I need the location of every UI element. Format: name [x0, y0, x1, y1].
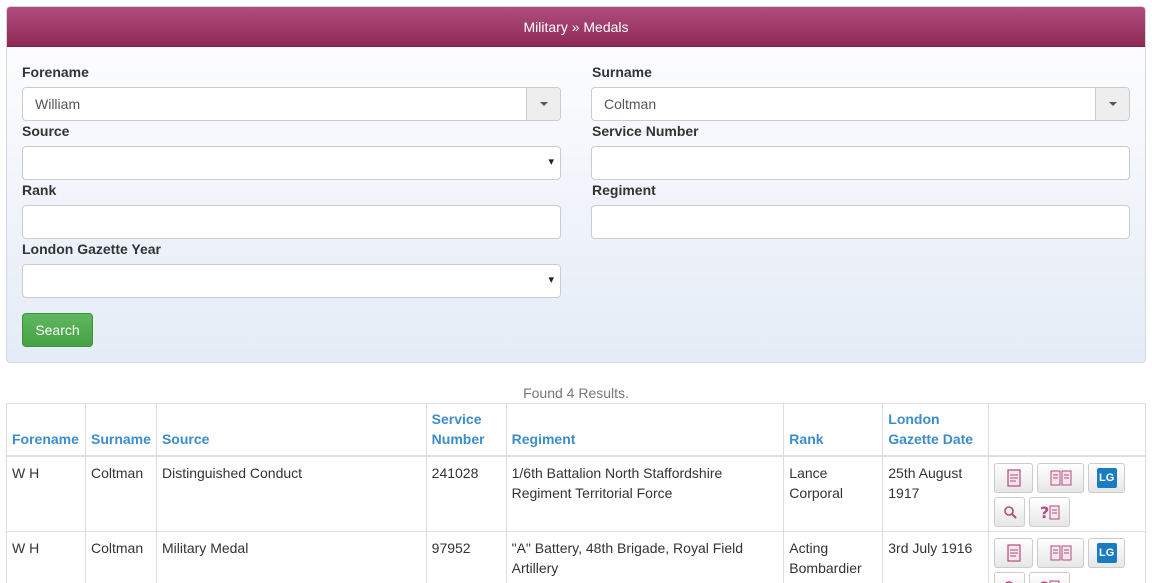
table-row: W H Coltman Distinguished Conduct 241028…	[6, 455, 1146, 532]
gazette-year-label: London Gazette Year	[22, 241, 161, 257]
service-number-label: Service Number	[592, 123, 699, 139]
cell-surname: Coltman	[84, 455, 157, 532]
cell-rank: Lance Corporal	[783, 455, 884, 532]
header-label: London	[888, 411, 940, 427]
cell-service-number: 241028	[425, 455, 507, 532]
source-label: Source	[22, 123, 70, 139]
cell-forename: W H	[6, 530, 86, 583]
select-arrow-icon: ▾	[548, 156, 554, 168]
cell-surname: Coltman	[84, 530, 157, 583]
search-panel: Military » Medals	[6, 6, 1146, 363]
header-label: Regiment	[511, 431, 576, 447]
caret-down-icon	[540, 102, 548, 106]
table-row: W H Coltman Military Medal 97952 "A" Bat…	[6, 530, 1146, 583]
cell-gazette-date: 25th August 1917	[882, 455, 990, 532]
col-header-source[interactable]: Source	[155, 403, 427, 457]
magnifier-icon	[1004, 580, 1013, 583]
forename-dropdown-button[interactable]	[526, 88, 560, 120]
rank-text: Acting	[789, 539, 829, 556]
source-select[interactable]: ▾	[22, 146, 561, 180]
col-header-surname[interactable]: Surname	[84, 403, 157, 457]
rank-input[interactable]	[22, 205, 561, 239]
cell-actions: LG ?	[988, 530, 1146, 583]
lg-icon: LG	[1096, 468, 1117, 488]
question-document-icon: ?	[1040, 503, 1060, 522]
col-header-actions	[988, 403, 1146, 457]
header-label: Number	[431, 431, 485, 447]
regiment-label: Regiment	[592, 182, 656, 198]
rank-label: Rank	[22, 182, 57, 198]
results-table: Forename Surname Source Service Number Re…	[6, 403, 1146, 583]
cell-actions: LG ?	[988, 455, 1146, 532]
header-label: Rank	[789, 431, 824, 447]
search-record-button[interactable]	[994, 571, 1026, 583]
service-number-input[interactable]	[591, 146, 1130, 180]
header-label: Gazette Date	[888, 431, 974, 447]
rank-text: Corporal	[789, 485, 843, 501]
cell-regiment: "A" Battery, 48th Brigade, Royal Field Ar…	[505, 530, 785, 583]
cell-source: Distinguished Conduct	[155, 455, 427, 532]
header-label: Service	[431, 411, 482, 427]
gazette-year-select[interactable]: ▾	[22, 264, 561, 298]
col-header-forename[interactable]: Forename	[6, 403, 86, 457]
london-gazette-button[interactable]: LG	[1088, 463, 1126, 493]
surname-value: Coltman	[604, 96, 657, 112]
col-header-gazette-date[interactable]: London Gazette Date	[882, 403, 990, 457]
london-gazette-button[interactable]: LG	[1088, 537, 1126, 568]
regiment-text: Artillery	[511, 559, 559, 576]
book-icon	[1050, 470, 1072, 486]
surname-combobox[interactable]: Coltman	[591, 87, 1130, 121]
view-document-button[interactable]	[994, 537, 1034, 568]
cell-service-number: 97952	[425, 530, 507, 583]
magnifier-icon	[1003, 506, 1017, 519]
document-icon	[1007, 469, 1021, 487]
cell-rank: Acting Bombardier	[783, 530, 884, 583]
svg-text:?: ?	[1040, 503, 1049, 522]
col-header-rank[interactable]: Rank	[783, 403, 884, 457]
search-record-button[interactable]	[994, 497, 1026, 527]
cell-gazette-date: 3rd July 1916	[882, 530, 990, 583]
forename-value: William	[35, 96, 81, 112]
surname-dropdown-button[interactable]	[1095, 88, 1129, 120]
search-button[interactable]: Search	[22, 313, 93, 347]
cell-source: Military Medal	[155, 530, 427, 583]
regiment-text: 1/6th Battalion North Staffordshire	[511, 465, 723, 481]
document-icon	[1007, 543, 1021, 562]
question-document-icon: ?	[1040, 578, 1060, 583]
rank-text: Lance	[789, 465, 828, 481]
regiment-text: Regiment Territorial Force	[511, 485, 673, 501]
header-label: Forename	[12, 431, 79, 447]
col-header-service-number[interactable]: Service Number	[425, 403, 507, 457]
table-header-row: Forename Surname Source Service Number Re…	[6, 403, 1146, 457]
select-arrow-icon: ▾	[548, 274, 554, 286]
rank-text: Bombardier	[789, 559, 862, 576]
caret-down-icon	[1109, 102, 1117, 106]
results-count: Found 4 Results.	[523, 385, 629, 401]
lg-icon: LG	[1096, 542, 1117, 563]
panel-title: Military » Medals	[7, 7, 1145, 47]
view-document-button[interactable]	[994, 463, 1034, 493]
forename-combobox[interactable]: William	[22, 87, 561, 121]
date-text: 1917	[888, 485, 920, 501]
regiment-text: "A" Battery, 48th Brigade, Royal Field	[511, 539, 744, 556]
col-header-regiment[interactable]: Regiment	[505, 403, 785, 457]
forename-label: Forename	[22, 64, 89, 80]
header-label: Surname	[90, 431, 151, 447]
surname-label: Surname	[592, 64, 652, 80]
date-text: 25th August	[888, 465, 963, 481]
view-page-button[interactable]	[1037, 537, 1085, 568]
regiment-input[interactable]	[591, 205, 1130, 239]
date-text: 3rd July 1916	[888, 539, 973, 556]
header-label: Source	[161, 431, 210, 447]
cell-forename: W H	[6, 455, 86, 532]
book-icon	[1050, 545, 1072, 560]
cell-regiment: 1/6th Battalion North Staffordshire Regim…	[505, 455, 785, 532]
view-page-button[interactable]	[1037, 463, 1085, 493]
query-record-button[interactable]: ?	[1029, 571, 1071, 583]
query-record-button[interactable]: ?	[1029, 497, 1071, 527]
svg-text:?: ?	[1040, 578, 1049, 583]
